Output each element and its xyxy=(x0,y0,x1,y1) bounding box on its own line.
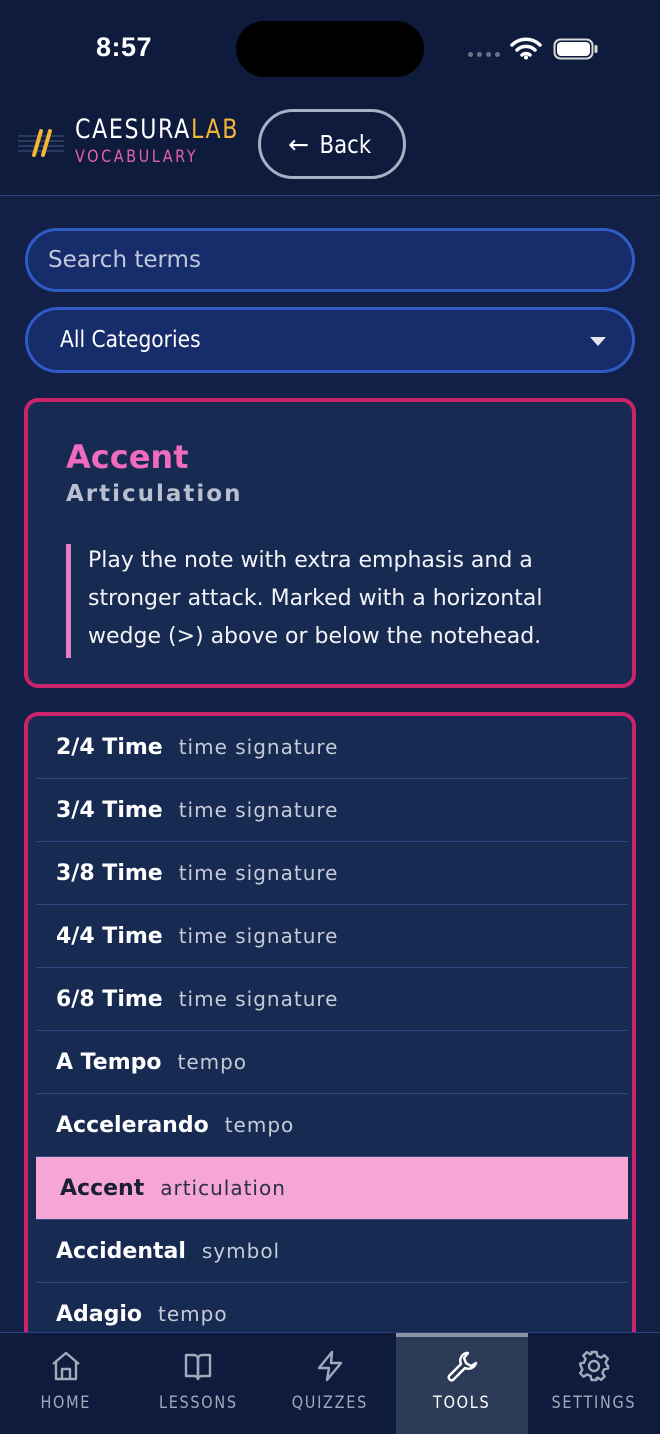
list-item-category: tempo xyxy=(224,1113,295,1137)
logo-icon xyxy=(18,129,64,157)
tab-home[interactable]: HOME xyxy=(0,1333,132,1434)
brand: CAESURALAB VOCABULARY xyxy=(75,114,275,167)
list-item-category: time signature xyxy=(178,798,339,822)
list-item[interactable]: 2/4 Time time signature xyxy=(36,716,628,779)
tab-label: QUIZZES xyxy=(291,1393,369,1413)
detail-term: Accent xyxy=(66,438,189,476)
term-detail-card: Accent Articulation Play the note with e… xyxy=(24,398,636,688)
list-item[interactable]: A Tempo tempo xyxy=(36,1031,628,1094)
gear-icon xyxy=(578,1350,610,1382)
brand-title-part2: LAB xyxy=(190,114,240,145)
list-item-term: 3/8 Time xyxy=(56,860,163,886)
brand-title: CAESURALAB xyxy=(75,114,239,145)
list-item-category: tempo xyxy=(158,1302,228,1326)
list-item-category: tempo xyxy=(177,1050,248,1074)
list-item-term: Accidental xyxy=(56,1238,186,1264)
tab-label: HOME xyxy=(40,1393,92,1413)
term-list: 2/4 Time time signature 3/4 Time time sign… xyxy=(24,712,636,1352)
tab-label: LESSONS xyxy=(158,1393,238,1413)
back-button[interactable]: ← Back xyxy=(258,109,406,179)
caret-down-icon xyxy=(590,337,606,346)
app-header: CAESURALAB VOCABULARY ← Back xyxy=(0,96,660,196)
list-item-term: 3/4 Time xyxy=(56,797,163,823)
list-item-category: time signature xyxy=(178,987,339,1011)
list-item-term: Accelerando xyxy=(56,1112,209,1138)
list-item-term: Accent xyxy=(60,1175,145,1201)
lightning-icon xyxy=(317,1350,343,1382)
status-time: 8:57 xyxy=(96,32,153,62)
list-item[interactable]: Accidental symbol xyxy=(36,1220,628,1283)
back-button-label: Back xyxy=(319,129,372,159)
list-item-term: 6/8 Time xyxy=(56,986,163,1012)
page-subtitle: VOCABULARY xyxy=(75,147,199,167)
search-box xyxy=(25,228,635,292)
status-bar: 8:57 xyxy=(0,0,660,96)
tab-tools[interactable]: TOOLS xyxy=(396,1333,528,1434)
list-item-term: Adagio xyxy=(56,1301,143,1327)
cellular-signal-icon xyxy=(468,52,500,57)
list-item-term: 2/4 Time xyxy=(56,734,163,760)
list-item[interactable]: 4/4 Time time signature xyxy=(36,905,628,968)
list-item-category: time signature xyxy=(178,861,339,885)
list-item[interactable]: 3/4 Time time signature xyxy=(36,779,628,842)
dynamic-island xyxy=(236,21,424,77)
list-item-category: time signature xyxy=(178,735,339,759)
bottom-tab-bar: HOME LESSONS QUIZZES TOOLS SETTINGS xyxy=(0,1332,660,1434)
wrench-icon xyxy=(447,1351,478,1382)
tab-lessons[interactable]: LESSONS xyxy=(132,1333,264,1434)
list-item-term: 4/4 Time xyxy=(56,923,163,949)
list-item-category: symbol xyxy=(201,1239,281,1263)
list-item-selected[interactable]: Accent articulation xyxy=(36,1157,628,1220)
list-item[interactable]: Accelerando tempo xyxy=(36,1094,628,1157)
tab-label: SETTINGS xyxy=(551,1393,637,1413)
detail-category: Articulation xyxy=(66,481,243,507)
home-icon xyxy=(52,1351,80,1381)
list-item[interactable]: 3/8 Time time signature xyxy=(36,842,628,905)
search-input[interactable] xyxy=(28,231,632,289)
category-select-value: All Categories xyxy=(60,327,201,353)
list-item[interactable]: 6/8 Time time signature xyxy=(36,968,628,1031)
tab-label: TOOLS xyxy=(433,1393,491,1413)
list-item-category: articulation xyxy=(160,1176,286,1200)
category-select[interactable]: All Categories xyxy=(25,307,635,373)
tab-settings[interactable]: SETTINGS xyxy=(528,1333,660,1434)
tab-quizzes[interactable]: QUIZZES xyxy=(264,1333,396,1434)
list-item-term: A Tempo xyxy=(56,1049,162,1075)
battery-icon xyxy=(553,38,598,60)
book-icon xyxy=(184,1353,212,1381)
quote-bar xyxy=(66,544,71,658)
wifi-icon xyxy=(510,37,542,60)
arrow-left-icon: ← xyxy=(288,129,310,159)
brand-title-part1: CAESURA xyxy=(75,114,191,145)
detail-definition: Play the note with extra emphasis and a … xyxy=(88,548,543,649)
list-item-category: time signature xyxy=(178,924,339,948)
